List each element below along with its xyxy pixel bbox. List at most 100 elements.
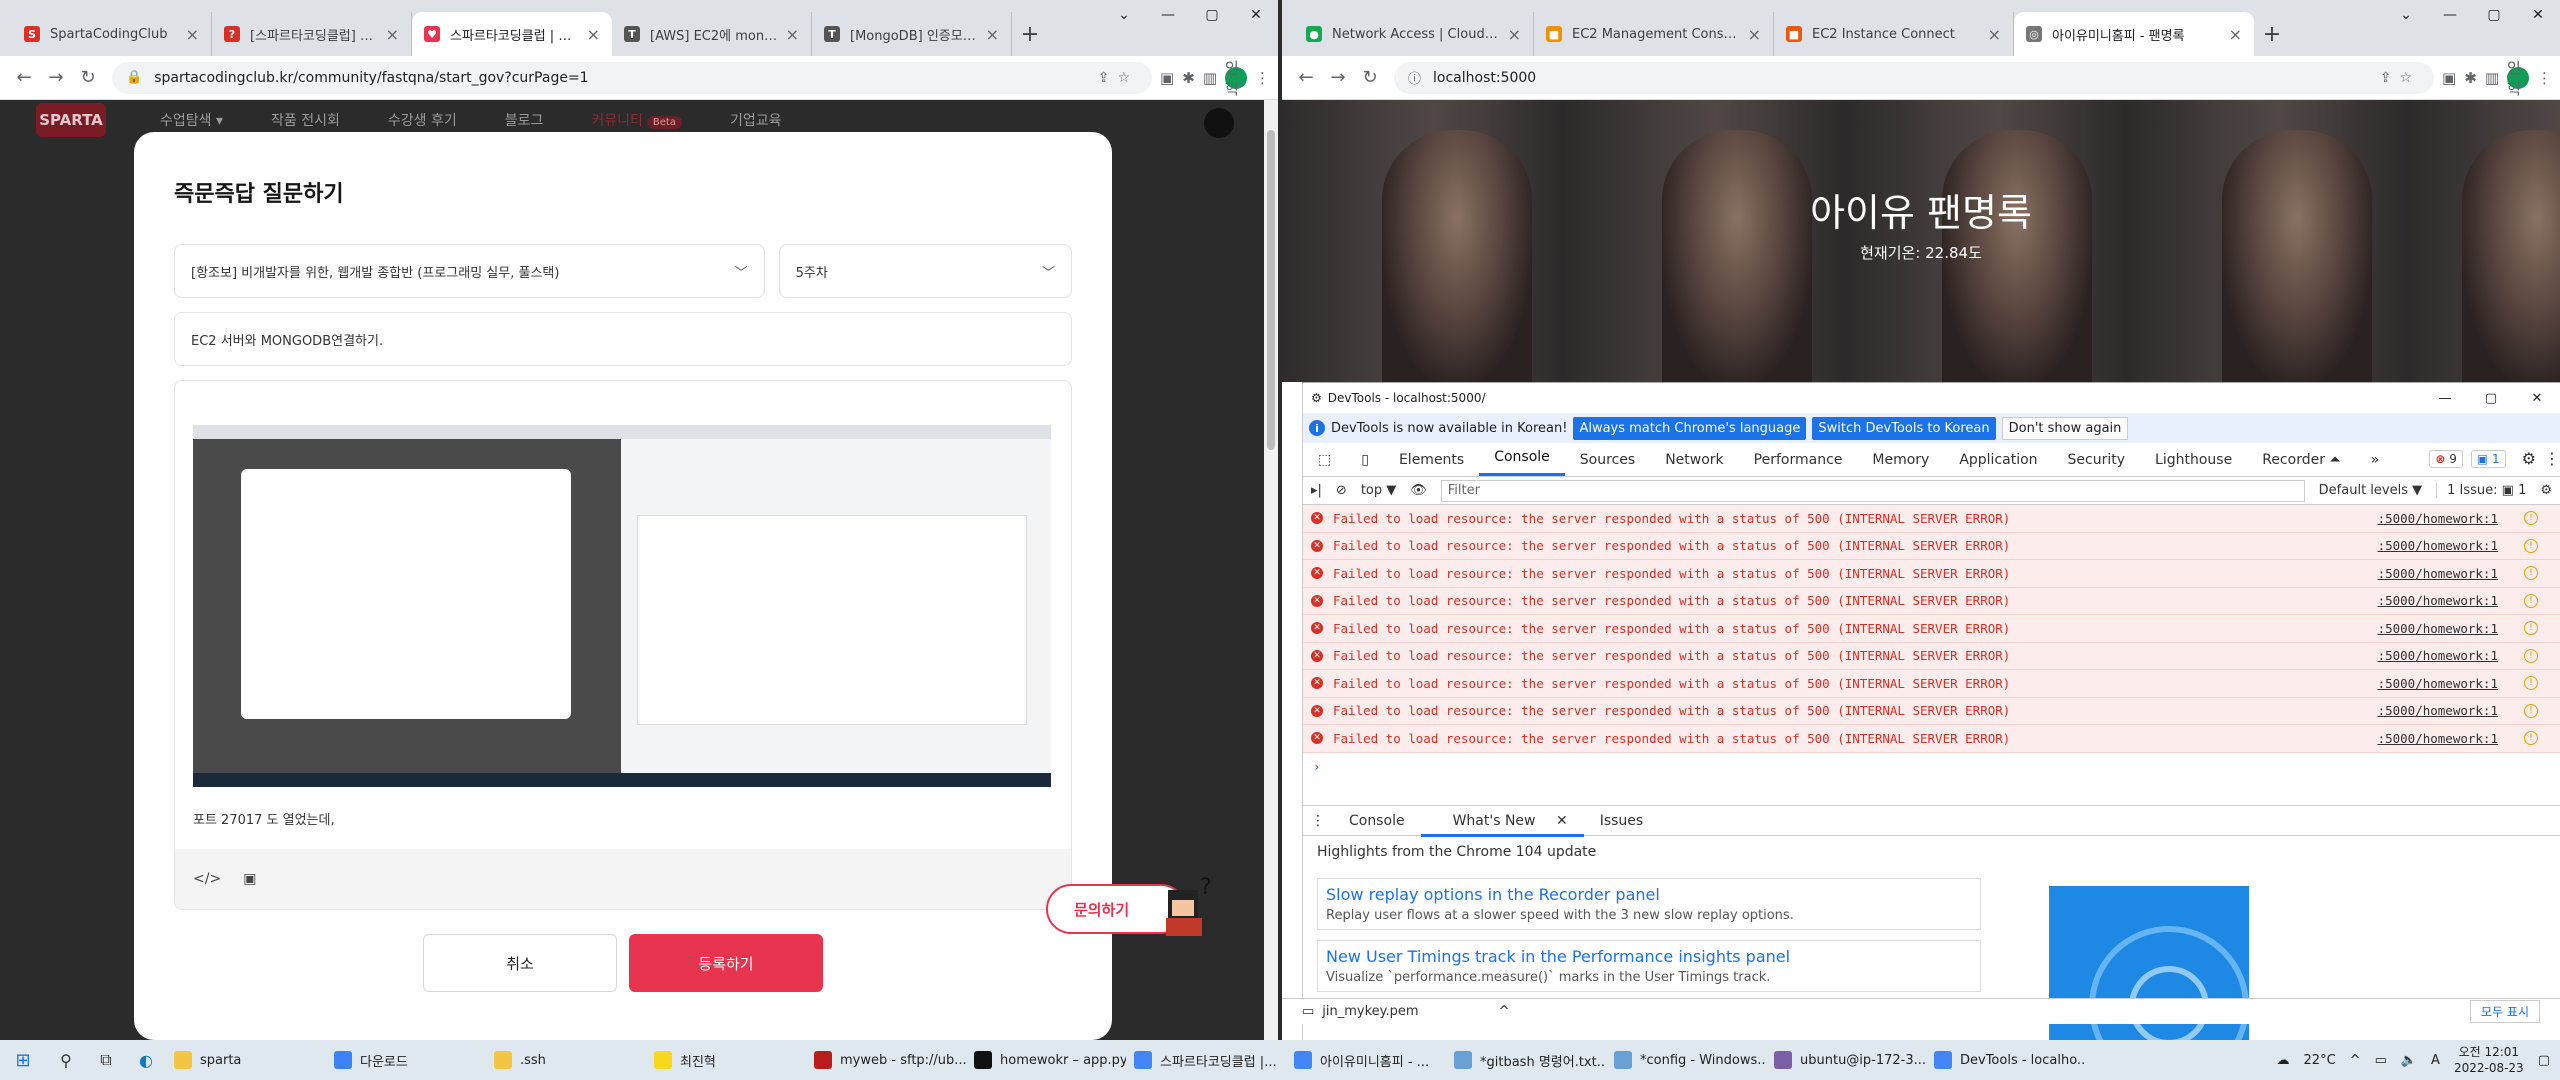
- maximize-button[interactable]: ▢: [2468, 391, 2514, 406]
- network-icon[interactable]: ▭: [2375, 1053, 2387, 1068]
- chevron-down-icon[interactable]: ⌄: [1102, 0, 1146, 30]
- question-body-editor[interactable]: 포트 27017 도 열었는데, </> ▣: [174, 380, 1072, 910]
- tab-memory[interactable]: Memory: [1857, 452, 1944, 476]
- taskbar-app[interactable]: homewokr – app.py: [966, 1040, 1126, 1080]
- context-select[interactable]: top ▼: [1361, 483, 1396, 498]
- match-language-button[interactable]: Always match Chrome's language: [1573, 416, 1807, 440]
- download-item[interactable]: jin_mykey.pem: [1322, 1004, 1418, 1019]
- tab-ec2-connect[interactable]: ■ EC2 Instance Connect ×: [1774, 12, 2014, 56]
- menu-icon[interactable]: ⋮: [1255, 69, 1270, 87]
- close-icon[interactable]: ×: [386, 25, 399, 44]
- close-window-button[interactable]: ✕: [2516, 0, 2560, 30]
- console-prompt[interactable]: ›: [1303, 753, 2560, 781]
- error-source-link[interactable]: :5000/homework:1: [2378, 621, 2498, 636]
- close-icon[interactable]: ×: [786, 25, 799, 44]
- issue-hint-icon[interactable]: !: [2524, 511, 2538, 526]
- close-window-button[interactable]: ✕: [2514, 391, 2560, 406]
- drawer-tab-issues[interactable]: Issues: [1584, 813, 1660, 829]
- taskbar-app[interactable]: DevTools - localho...: [1926, 1040, 2086, 1080]
- scrollbar-thumb[interactable]: [1267, 130, 1275, 450]
- submit-button[interactable]: 등록하기: [629, 934, 823, 992]
- error-count-badge[interactable]: ⊗ 9: [2429, 449, 2463, 468]
- taskbar-app[interactable]: ubuntu@ip-172-3...: [1766, 1040, 1926, 1080]
- tab-aws-mongodb[interactable]: T [AWS] EC2에 mongoDB ×: [612, 12, 812, 56]
- forward-icon[interactable]: →: [1322, 62, 1354, 94]
- search-icon[interactable]: ⚲: [46, 1040, 86, 1080]
- levels-select[interactable]: Default levels ▼: [2319, 483, 2422, 498]
- tab-sparta-1[interactable]: S SpartaCodingClub ×: [12, 12, 212, 56]
- taskbar-app[interactable]: myweb - sftp://ub...: [806, 1040, 966, 1080]
- notification-icon[interactable]: ▢: [2538, 1053, 2550, 1068]
- nav-courses[interactable]: 수업탐색 ▾: [160, 110, 223, 130]
- more-tabs-icon[interactable]: »: [2356, 452, 2395, 476]
- puzzle-icon[interactable]: ✱: [1182, 69, 1195, 87]
- cancel-button[interactable]: 취소: [423, 934, 617, 992]
- volume-icon[interactable]: 🔈: [2401, 1053, 2417, 1068]
- minimize-button[interactable]: —: [2422, 391, 2468, 406]
- taskbar-app[interactable]: 아이유미니홈피 - ...: [1286, 1040, 1446, 1080]
- issue-count-badge[interactable]: ▣ 1: [2470, 449, 2506, 468]
- tab-lighthouse[interactable]: Lighthouse: [2140, 452, 2247, 476]
- show-all-button[interactable]: 모두 표시: [2470, 1000, 2540, 1023]
- user-avatar[interactable]: [1204, 108, 1234, 138]
- console-settings-icon[interactable]: ⚙: [2540, 483, 2552, 498]
- course-select[interactable]: [항조보] 비개발자를 위한, 웹개발 종합반 (프로그래밍 실무, 풀스택) ﹀: [174, 244, 765, 298]
- taskbar-app[interactable]: sparta: [166, 1040, 326, 1080]
- issue-hint-icon[interactable]: !: [2524, 566, 2538, 581]
- tab-mongodb-auth[interactable]: T [MongoDB] 인증모드가 ×: [812, 12, 1012, 56]
- tab-performance[interactable]: Performance: [1739, 452, 1858, 476]
- maximize-button[interactable]: ▢: [1190, 0, 1234, 30]
- profile-avatar[interactable]: 인혁: [1225, 59, 1247, 98]
- sparta-logo[interactable]: SPARTA: [36, 103, 106, 137]
- error-source-link[interactable]: :5000/homework:1: [2378, 566, 2498, 581]
- eye-icon[interactable]: 👁: [1410, 483, 1427, 498]
- console-filter-input[interactable]: Filter: [1440, 479, 2305, 502]
- clock[interactable]: 오전 12:01 2022-08-23: [2454, 1044, 2524, 1076]
- page-scrollbar[interactable]: [1264, 100, 1278, 1040]
- error-source-link[interactable]: :5000/homework:1: [2378, 538, 2498, 553]
- nav-gallery[interactable]: 작품 전시회: [271, 110, 340, 130]
- error-source-link[interactable]: :5000/homework:1: [2378, 648, 2498, 663]
- taskbar-app[interactable]: *gitbash 명령어.txt...: [1446, 1040, 1606, 1080]
- inspect-icon[interactable]: ⬚: [1303, 452, 1346, 476]
- taskbar-app[interactable]: .ssh: [486, 1040, 646, 1080]
- maximize-button[interactable]: ▢: [2472, 0, 2516, 30]
- close-icon[interactable]: ×: [986, 25, 999, 44]
- tab-sources[interactable]: Sources: [1565, 452, 1650, 476]
- minimize-button[interactable]: —: [1146, 0, 1190, 30]
- more-icon[interactable]: ⋮: [2544, 449, 2560, 468]
- error-source-link[interactable]: :5000/homework:1: [2378, 593, 2498, 608]
- tab-elements[interactable]: Elements: [1384, 452, 1479, 476]
- close-icon[interactable]: ×: [1748, 25, 1761, 44]
- settings-gear-icon[interactable]: ⚙: [2522, 449, 2536, 468]
- tab-mongo-network[interactable]: ● Network Access | Cloud: Mongo ×: [1294, 12, 1534, 56]
- question-title-input[interactable]: EC2 서버와 MONGODB연결하기.: [174, 312, 1072, 366]
- profile-avatar[interactable]: 인혁: [2507, 59, 2529, 98]
- new-tab-button[interactable]: +: [1012, 12, 1048, 56]
- drawer-tab-whats-new[interactable]: What's New ✕: [1420, 813, 1584, 837]
- windows-start-icon[interactable]: ⊞: [0, 1040, 46, 1080]
- close-icon[interactable]: ×: [2229, 25, 2242, 44]
- tab-iu-guestbook[interactable]: ◎ 아이유미니홈피 - 팬명록 ×: [2014, 12, 2254, 56]
- device-icon[interactable]: ▯: [1346, 452, 1384, 476]
- reload-icon[interactable]: ↻: [1354, 62, 1386, 94]
- taskbar-app[interactable]: 스파르타코딩클럽 |...: [1126, 1040, 1286, 1080]
- new-tab-button[interactable]: +: [2254, 12, 2290, 56]
- weather-temp[interactable]: 22°C: [2304, 1053, 2336, 1068]
- drawer-tab-console[interactable]: Console: [1333, 813, 1421, 829]
- address-bar[interactable]: 🔒 spartacodingclub.kr/community/fastqna/s…: [112, 61, 1153, 94]
- issues-button[interactable]: 1 Issue: ▣ 1: [2436, 483, 2526, 498]
- drawer-menu-icon[interactable]: ⋮: [1311, 813, 1333, 829]
- sidebar-icon[interactable]: ▥: [1203, 69, 1217, 87]
- tab-ec2-console[interactable]: ■ EC2 Management Console ×: [1534, 12, 1774, 56]
- back-icon[interactable]: ←: [1290, 62, 1322, 94]
- issue-hint-icon[interactable]: !: [2524, 538, 2538, 553]
- switch-korean-button[interactable]: Switch DevTools to Korean: [1812, 416, 1996, 440]
- back-icon[interactable]: ←: [8, 62, 40, 94]
- close-icon[interactable]: ×: [1988, 25, 2001, 44]
- tab-security[interactable]: Security: [2053, 452, 2141, 476]
- tab-network[interactable]: Network: [1650, 452, 1738, 476]
- error-source-link[interactable]: :5000/homework:1: [2378, 731, 2498, 746]
- error-source-link[interactable]: :5000/homework:1: [2378, 676, 2498, 691]
- nav-reviews[interactable]: 수강생 후기: [388, 110, 457, 130]
